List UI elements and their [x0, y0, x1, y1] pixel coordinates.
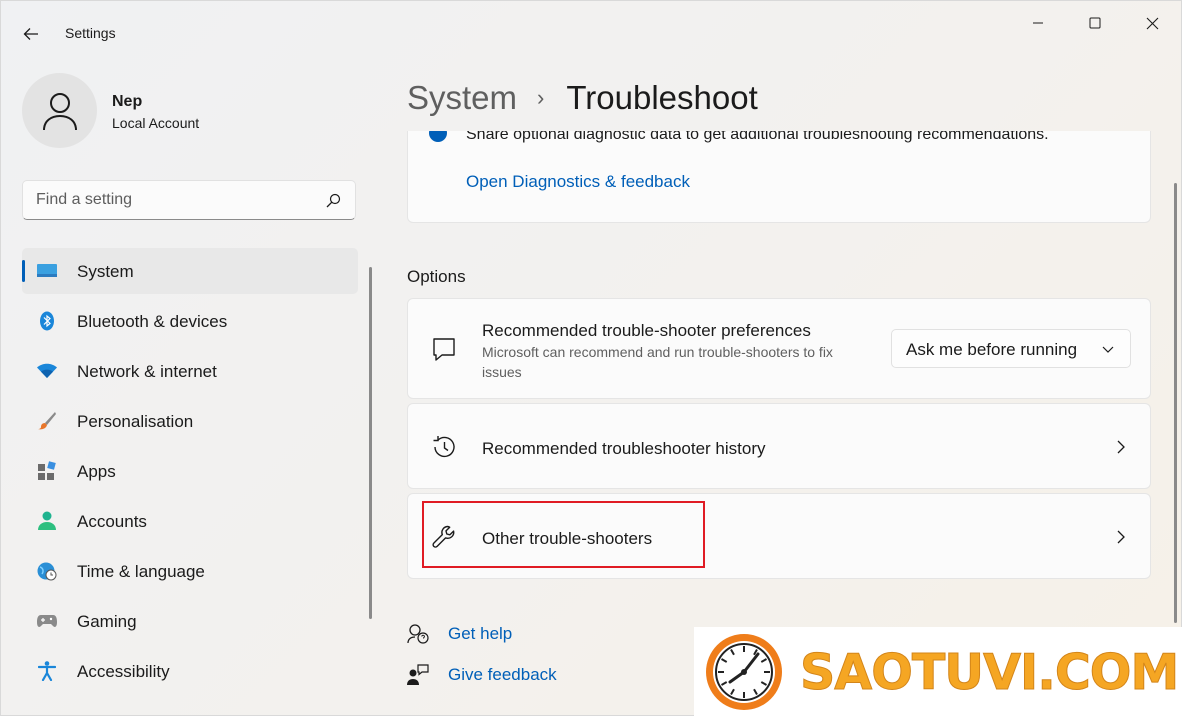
accessibility-icon	[37, 661, 57, 681]
chat-bubble-icon	[430, 336, 458, 364]
search-input[interactable]	[36, 190, 316, 210]
close-button[interactable]	[1129, 7, 1175, 39]
bluetooth-icon	[37, 311, 57, 331]
minimize-icon	[1033, 22, 1043, 24]
title-bar: Settings	[1, 1, 1182, 61]
sidebar-item-label: Time & language	[77, 562, 205, 581]
user-name: Nep	[112, 93, 143, 110]
account-type: Local Account	[112, 115, 200, 131]
page-title: Troubleshoot	[566, 79, 758, 116]
brush-icon	[37, 411, 57, 431]
open-diagnostics-link[interactable]: Open Diagnostics & feedback	[466, 172, 690, 192]
sidebar-item-label: Bluetooth & devices	[77, 312, 228, 331]
get-help-label: Get help	[448, 624, 513, 643]
watermark: SAOTUVI.COM	[694, 627, 1182, 716]
breadcrumb: System › Troubleshoot	[407, 77, 758, 119]
dropdown-value: Ask me before running	[906, 340, 1078, 359]
arrow-left-icon	[23, 28, 38, 40]
breadcrumb-separator: ›	[537, 85, 545, 110]
diagnostics-text: Share optional diagnostic data to get ad…	[466, 131, 1049, 143]
history-icon	[430, 433, 458, 461]
sidebar-item-label: Gaming	[77, 612, 137, 631]
avatar[interactable]	[22, 73, 97, 148]
give-feedback-link[interactable]: Give feedback	[407, 661, 557, 689]
sidebar-item-apps[interactable]: Apps	[22, 448, 358, 494]
sidebar-item-system[interactable]: System	[22, 248, 358, 294]
person-icon	[42, 92, 77, 130]
main-scrollbar[interactable]	[1174, 183, 1177, 623]
sidebar-item-gaming[interactable]: Gaming	[22, 598, 358, 644]
chevron-right-icon	[1117, 440, 1125, 454]
sidebar-item-bluetooth[interactable]: Bluetooth & devices	[22, 298, 358, 344]
sidebar-item-network[interactable]: Network & internet	[22, 348, 358, 394]
clock-logo-icon	[706, 634, 782, 710]
sidebar-item-label: Network & internet	[77, 362, 217, 381]
sidebar-item-label: Accessibility	[77, 662, 170, 681]
sidebar-item-label: Personalisation	[77, 412, 194, 431]
maximize-icon	[1089, 17, 1101, 29]
sidebar-item-accounts[interactable]: Accounts	[22, 498, 358, 544]
close-icon	[1146, 17, 1158, 29]
person-icon	[37, 511, 57, 531]
search-box[interactable]	[22, 180, 356, 220]
wifi-icon	[37, 361, 57, 381]
maximize-button[interactable]	[1072, 7, 1118, 39]
give-feedback-label: Give feedback	[448, 665, 557, 684]
card-title: Recommended troubleshooter history	[482, 439, 766, 458]
breadcrumb-parent[interactable]: System	[407, 79, 517, 117]
apps-icon	[37, 461, 57, 481]
settings-window: Settings Nep Local Account Find a settin…	[0, 0, 1182, 716]
info-icon	[429, 131, 447, 142]
card-description: Microsoft can recommend and run trouble-…	[482, 344, 833, 380]
highlight-box	[422, 501, 705, 568]
sidebar-item-label: Accounts	[77, 512, 147, 531]
sidebar-item-time-language[interactable]: Time & language	[22, 548, 358, 594]
feedback-icon	[407, 664, 429, 686]
sidebar-item-accessibility[interactable]: Accessibility	[22, 648, 358, 694]
search-icon[interactable]	[325, 193, 341, 209]
system-icon	[37, 261, 57, 281]
sidebar-item-label: Apps	[77, 462, 116, 481]
preferences-dropdown[interactable]: Ask me before running	[891, 329, 1131, 368]
options-heading: Options	[407, 267, 466, 286]
sidebar-item-personalisation[interactable]: Personalisation	[22, 398, 358, 444]
chevron-right-icon	[1117, 530, 1125, 544]
troubleshooter-history-card[interactable]: Recommended troubleshooter history	[407, 403, 1151, 489]
app-title: Settings	[65, 25, 116, 41]
sidebar-nav: System Bluetooth & devices Network & int…	[22, 248, 358, 698]
card-title: Recommended trouble-shooter preferences	[482, 321, 811, 340]
diagnostics-card: Share optional diagnostic data to get ad…	[407, 131, 1151, 223]
back-button[interactable]	[15, 19, 47, 49]
help-person-icon	[407, 623, 429, 645]
chevron-down-icon	[1102, 346, 1114, 353]
globe-clock-icon	[37, 561, 57, 581]
minimize-button[interactable]	[1015, 7, 1061, 39]
sidebar-item-label: System	[77, 262, 134, 281]
active-indicator	[22, 260, 25, 282]
get-help-link[interactable]: Get help	[407, 620, 512, 648]
trouble-shooter-preferences-card: Recommended trouble-shooter preferences …	[407, 298, 1151, 399]
gamepad-icon	[37, 611, 57, 631]
sidebar-scrollbar[interactable]	[369, 267, 372, 619]
watermark-text: SAOTUVI.COM	[799, 644, 1179, 701]
